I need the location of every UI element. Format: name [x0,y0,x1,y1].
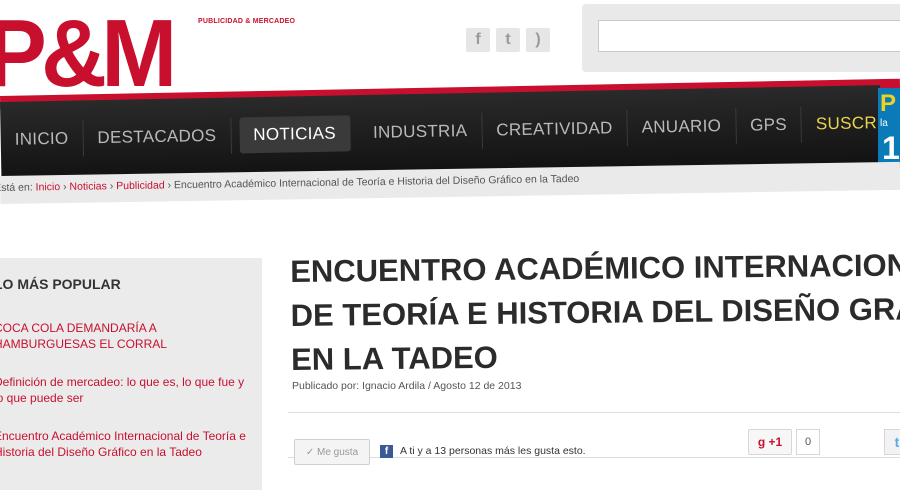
social-links: f t ) [466,28,550,52]
article-title-line: DE TEORÍA E HISTORIA DEL DISEÑO GRÁFICO [290,290,900,333]
pm-logo[interactable]: P&M [0,4,177,104]
breadcrumb-sep: › [109,180,114,193]
google-plus-button[interactable]: g +1 [748,429,792,455]
nav-item-noticias[interactable]: NOTICIAS [238,115,352,154]
facebook-like-button[interactable]: ✓ Me gusta [294,439,370,465]
share-bar: ✓ Me gusta f A ti y a 13 personas más le… [288,412,900,465]
article-title-line: EN LA TADEO [290,339,498,377]
popular-sidebar: LO MÁS POPULAR COCA COLA DEMANDARÍA A HA… [0,258,262,490]
gplus-count: 0 [796,429,820,455]
facebook-icon[interactable]: f [466,28,490,52]
breadcrumb-sep: › [62,180,67,194]
nav-item-creatividad[interactable]: CREATIVIDAD [481,109,628,149]
nav-item-destacados[interactable]: DESTACADOS [83,117,232,157]
article-byline: Publicado por: Ignacio Ardila / Agosto 1… [292,380,522,392]
search-input[interactable] [598,20,900,52]
twitter-icon[interactable]: t [496,28,520,52]
nav-item-industria[interactable]: INDUSTRIA [358,112,483,152]
nav-item-inicio[interactable]: INICIO [0,120,84,158]
nav-item-anuario[interactable]: ANUARIO [627,107,737,146]
breadcrumb-noticias[interactable]: Noticias [69,180,107,193]
nav-item-gps[interactable]: GPS [735,106,803,144]
breadcrumb-sep: › [167,179,172,192]
like-label: Me gusta [317,446,359,458]
logo-tagline: PUBLICIDAD & MERCADEO [198,18,296,25]
popular-item[interactable]: Encuentro Académico Internacional de Teo… [0,428,246,460]
article-header: ENCUENTRO ACADÉMICO INTERNACIONAL DE TEO… [290,247,900,382]
promo-logo-mark: P [880,90,897,117]
sidebar-title: LO MÁS POPULAR [0,276,121,292]
breadcrumb-publicidad[interactable]: Publicidad [116,179,165,192]
search-container [582,4,900,72]
article-title: ENCUENTRO ACADÉMICO INTERNACIONAL DE TEO… [290,243,900,382]
article-title-line: ENCUENTRO ACADÉMICO INTERNACIONAL [290,247,900,289]
promo-text: la [880,118,888,129]
twitter-icon[interactable]: t [884,429,900,455]
popular-item[interactable]: COCA COLA DEMANDARÍA A HAMBURGUESAS EL C… [0,320,246,352]
popular-item[interactable]: Definición de mercadeo: lo que es, lo qu… [0,374,246,406]
gplus-label: +1 [768,435,783,449]
facebook-icon: f [380,445,393,458]
facebook-like-text: A ti y a 13 personas más les gusta esto. [400,445,586,457]
breadcrumb-inicio[interactable]: Inicio [36,181,61,193]
breadcrumb-current: Encuentro Académico Internacional de Teo… [173,172,580,192]
rss-icon[interactable]: ) [526,28,550,52]
breadcrumb-prefix: Está en: [0,181,33,195]
